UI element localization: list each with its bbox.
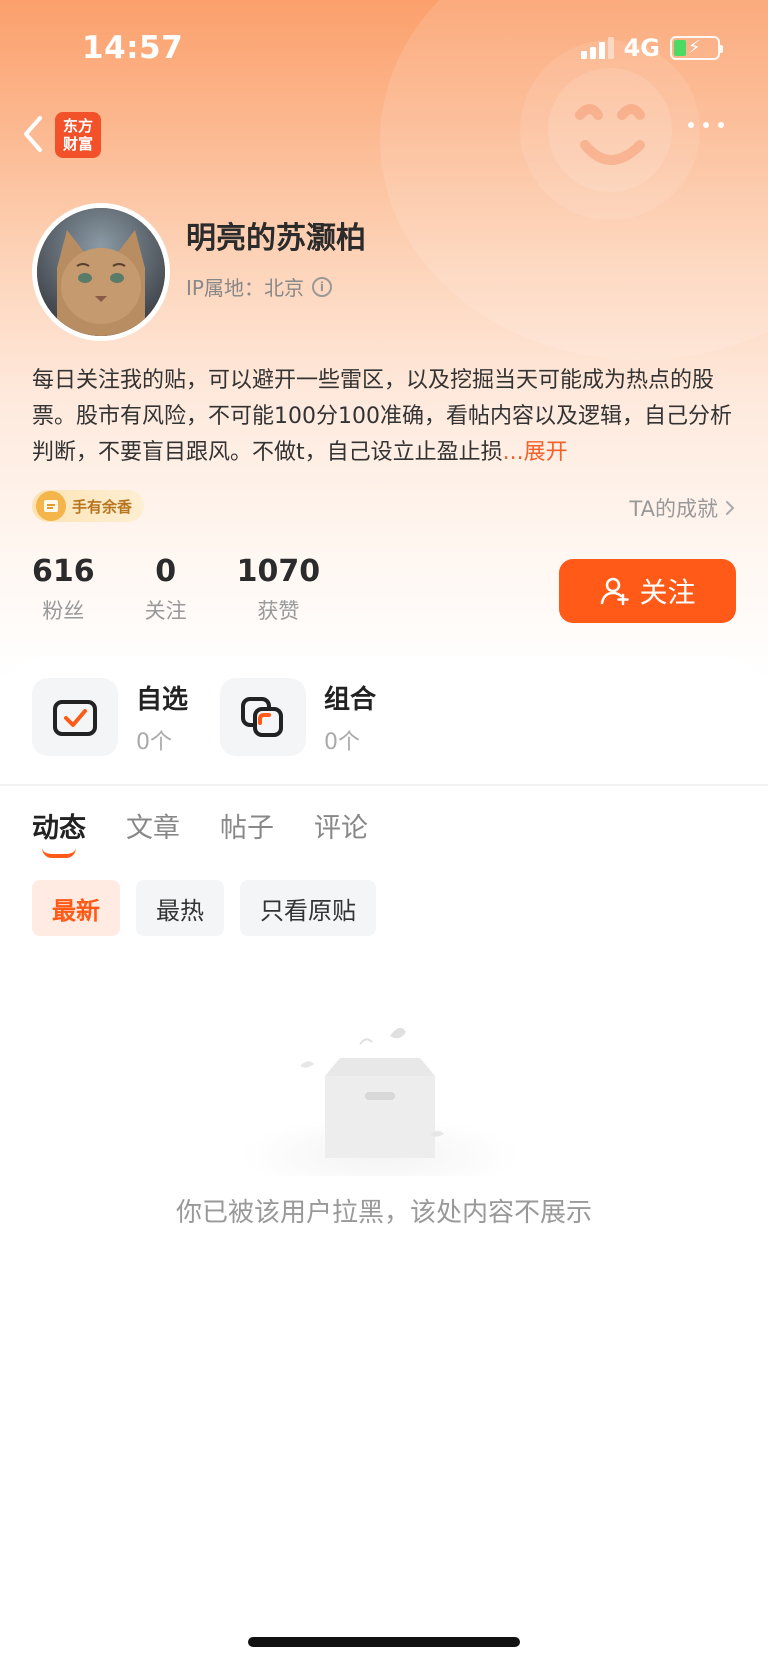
stat-label: 获赞: [257, 599, 300, 623]
decorative-smile-icon: [548, 68, 672, 192]
home-indicator[interactable]: [248, 1637, 520, 1647]
quick-link-count: 0个: [324, 729, 360, 755]
watchlist-icon: [32, 678, 118, 756]
active-tab-indicator: [42, 848, 76, 858]
logo-text-line1: 东方: [62, 117, 93, 135]
add-user-icon: [601, 577, 630, 606]
stat-followers[interactable]: 616 粉丝: [32, 553, 95, 625]
username: 明亮的苏灏柏: [186, 221, 366, 256]
signal-icon: [580, 37, 614, 59]
expand-bio-link[interactable]: ...展开: [503, 440, 568, 465]
network-type: 4G: [623, 34, 660, 62]
badge-label: 手有余香: [72, 497, 133, 516]
stat-label: 粉丝: [42, 599, 85, 623]
bio-content: 每日关注我的贴，可以避开一些雷区，以及挖掘当天可能成为热点的股票。股市有风险，不…: [32, 368, 732, 465]
empty-box-illustration: [240, 1027, 520, 1176]
tab-posts[interactable]: 帖子: [220, 806, 274, 845]
stat-value: 0: [155, 554, 177, 589]
back-icon[interactable]: [18, 112, 48, 156]
content-card: 自选 0个 组合 0个 动态 文章 帖子 评论 最新 最热 只看原贴: [0, 656, 768, 1663]
honor-badge[interactable]: 手有余香: [32, 490, 145, 522]
cat-avatar-image: [37, 208, 165, 336]
quick-link-title: 组合: [324, 684, 377, 715]
info-icon[interactable]: i: [311, 276, 332, 297]
avatar[interactable]: [32, 203, 170, 341]
more-options-icon[interactable]: [688, 122, 724, 128]
stat-following[interactable]: 0 关注: [145, 553, 187, 625]
quick-link-watchlist[interactable]: 自选 0个: [32, 678, 188, 756]
filter-latest[interactable]: 最新: [32, 880, 120, 936]
portfolio-icon: [220, 678, 306, 756]
status-icons: 4G ⚡: [580, 34, 723, 62]
logo-text-line2: 财富: [62, 135, 93, 153]
tab-label: 评论: [314, 813, 368, 844]
ip-location-text: IP属地：北京: [186, 276, 304, 300]
stat-value: 1070: [236, 554, 321, 589]
follow-button-label: 关注: [639, 576, 696, 609]
section-divider: [0, 784, 768, 786]
achievements-label: TA的成就: [629, 497, 718, 521]
follow-button[interactable]: 关注: [559, 559, 736, 623]
quick-link-count: 0个: [136, 729, 172, 755]
tab-label: 动态: [32, 813, 86, 844]
quick-link-portfolio[interactable]: 组合 0个: [220, 678, 376, 756]
achievements-link[interactable]: TA的成就: [629, 493, 736, 523]
badge-medal-icon: [36, 491, 66, 521]
filter-original-only[interactable]: 只看原贴: [240, 880, 376, 936]
tab-label: 帖子: [220, 813, 274, 844]
tab-label: 文章: [126, 813, 180, 844]
filter-chips: 最新 最热 只看原贴: [32, 880, 376, 936]
filter-hottest[interactable]: 最热: [136, 880, 224, 936]
tab-activity[interactable]: 动态: [32, 806, 86, 858]
empty-state-message: 你已被该用户拉黑，该处内容不展示: [175, 1198, 592, 1228]
profile-stats: 616 粉丝 0 关注 1070 获赞: [32, 553, 370, 625]
app-logo[interactable]: 东方 财富: [55, 112, 101, 158]
stat-label: 关注: [144, 599, 187, 623]
content-tabs: 动态 文章 帖子 评论: [32, 806, 368, 858]
battery-icon: ⚡: [670, 36, 723, 60]
status-time: 14:57: [82, 30, 184, 66]
chevron-right-icon: [726, 501, 735, 515]
ip-location: IP属地：北京 i: [186, 272, 332, 301]
tab-comments[interactable]: 评论: [314, 806, 368, 845]
tab-articles[interactable]: 文章: [126, 806, 180, 845]
stat-value: 616: [32, 554, 95, 589]
stat-likes[interactable]: 1070 获赞: [237, 553, 321, 625]
bio-text: 每日关注我的贴，可以避开一些雷区，以及挖掘当天可能成为热点的股票。股市有风险，不…: [32, 363, 742, 471]
quick-link-title: 自选: [136, 684, 189, 715]
